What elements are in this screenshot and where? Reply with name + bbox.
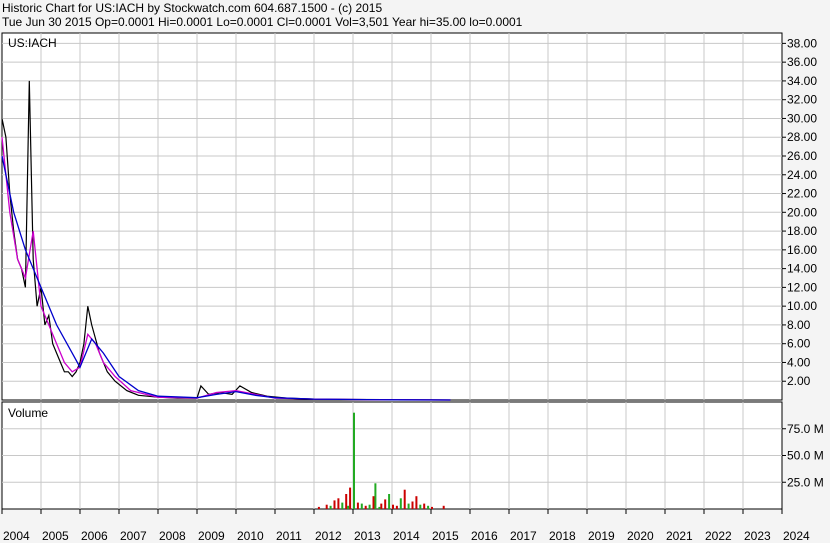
volume-bar [349,487,352,509]
volume-bar [374,483,377,509]
x-tick-label: 2018 [549,529,576,543]
stock-chart: 38.00 36.00 34.00 32.00 30.00 28.00 26.00 24.00… [1,32,824,543]
x-tick-label: 2017 [510,529,537,543]
volume-bar [329,505,332,509]
x-tick-label: 2022 [705,529,732,543]
x-tick-label: 2021 [666,529,693,543]
volume-tick-label: 50.0 M [787,449,824,463]
volume-bar [427,505,430,509]
y-tick-label: 16.00 [787,243,817,257]
grid-lines [2,33,782,509]
volume-axis-labels: 75.0 M 50.0 M 25.0 M [782,422,824,489]
x-tick-label: 2007 [120,529,147,543]
x-tick-label: 2008 [159,529,186,543]
volume-label: Volume [8,406,48,420]
y-tick-label: 22.00 [787,187,817,201]
symbol-label: US:IACH [8,36,57,50]
volume-bar [442,505,445,509]
x-tick-label: 2020 [627,529,654,543]
volume-bar [384,499,387,509]
y-tick-label: 4.00 [787,355,811,369]
volume-bar [353,412,355,509]
x-tick-label: 2019 [588,529,615,543]
y-tick-label: 38.00 [787,36,817,50]
y-tick-label: 36.00 [787,55,817,69]
volume-bar [372,496,375,509]
y-tick-label: 28.00 [787,130,817,144]
y-tick-label: 26.00 [787,149,817,163]
volume-bar [423,503,426,509]
y-tick-label: 24.00 [787,168,817,182]
volume-bar [411,501,414,509]
x-tick-label: 2009 [198,529,225,543]
volume-bar [325,504,328,509]
x-tick-label: 2005 [42,529,69,543]
y-tick-label: 2.00 [787,374,811,388]
volume-bar [378,506,381,509]
volume-bar [392,504,394,509]
x-tick-label: 2023 [744,529,771,543]
chart-window: Historic Chart for US:IACH by Stockwatch… [0,0,830,543]
volume-tick-label: 75.0 M [787,422,824,436]
x-tick-label: 2016 [471,529,498,543]
volume-bar [403,489,406,509]
volume-bar [347,505,350,509]
volume-bar [399,498,402,509]
volume-bar [360,503,363,509]
x-tick-label: 2013 [354,529,381,543]
volume-bar [317,506,320,509]
volume-bar [415,496,418,509]
volume-tick-label: 25.0 M [787,475,824,489]
x-tick-label: 2011 [276,529,302,543]
x-tick-label: 2010 [237,529,264,543]
x-tick-label: 2015 [432,529,459,543]
y-tick-label: 8.00 [787,318,811,332]
volume-bar [388,494,391,509]
volume-bar [368,504,371,509]
volume-bar [341,502,344,509]
y-tick-label: 32.00 [787,93,817,107]
y-tick-label: 10.00 [787,299,817,313]
volume-bar [419,504,422,509]
y-tick-label: 14.00 [787,262,817,276]
volume-bar [337,498,340,509]
y-tick-label: 6.00 [787,337,811,351]
volume-bar [333,500,336,509]
volume-bar [364,505,367,509]
price-axis-labels: 38.00 36.00 34.00 32.00 30.00 28.00 26.00 24.00… [782,36,817,388]
volume-bar [345,494,348,509]
volume-bar [395,505,398,509]
x-tick-label: 2006 [81,529,108,543]
volume-bar [407,503,410,509]
volume-bar [356,502,359,509]
y-tick-label: 20.00 [787,205,817,219]
y-tick-label: 34.00 [787,74,817,88]
y-tick-label: 12.00 [787,280,817,294]
year-axis-labels: 2004 2005 2006 2007 2008 2009 2010 2011 2012 2013… [1,509,810,543]
x-tick-label: 2012 [315,529,342,543]
x-tick-label: 2014 [393,529,420,543]
y-tick-label: 30.00 [787,111,817,125]
x-tick-label: 2004 [3,529,30,543]
volume-bar [431,506,433,509]
y-tick-label: 18.00 [787,224,817,238]
volume-bar [380,503,383,509]
x-tick-label: 2024 [783,529,810,543]
